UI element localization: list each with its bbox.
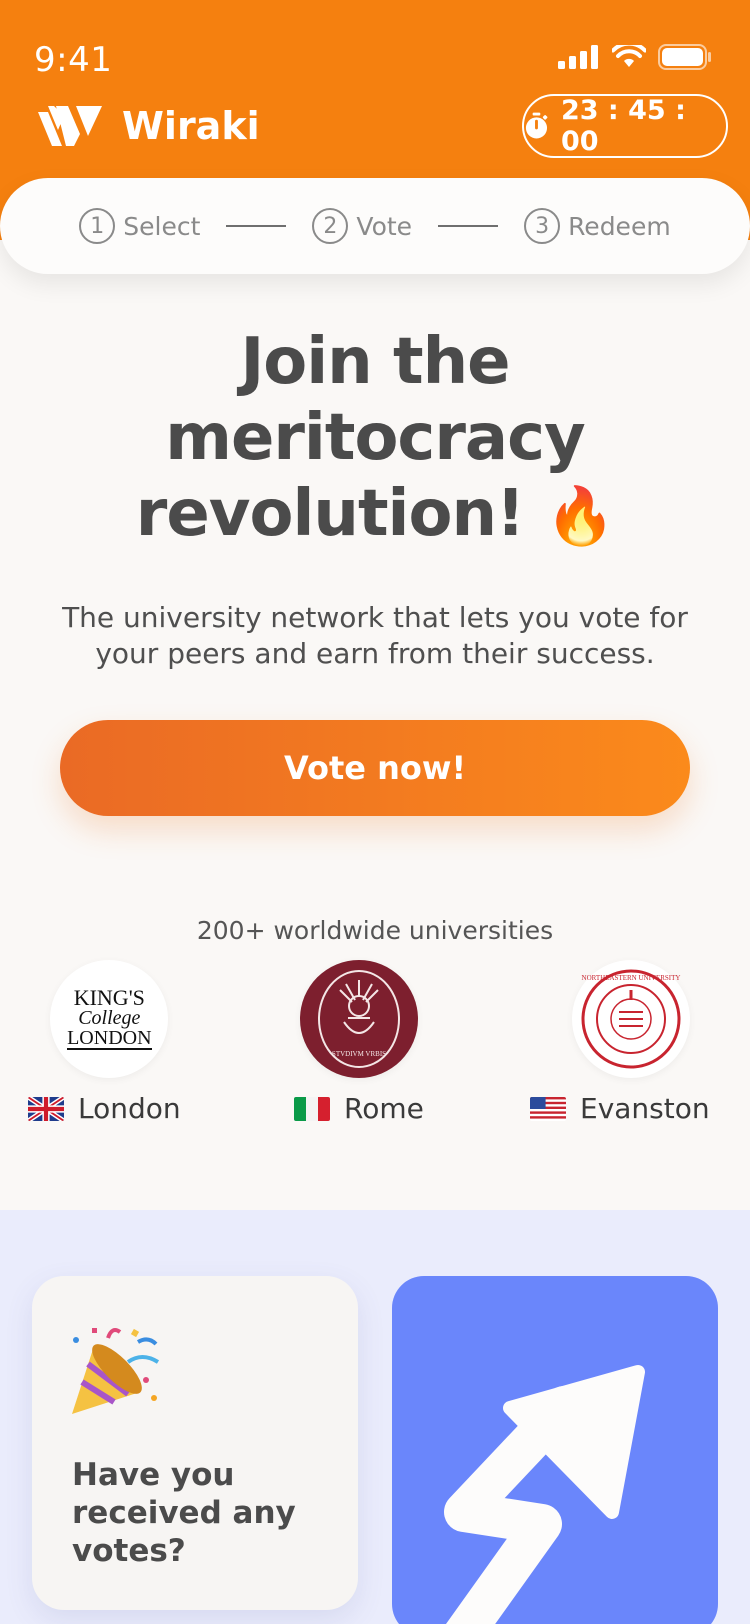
- party-popper-icon: [72, 1328, 160, 1414]
- app-name: Wiraki: [122, 104, 260, 148]
- votes-card[interactable]: Have you received any votes?: [32, 1276, 358, 1610]
- university-city: London: [28, 1092, 181, 1125]
- kings-college-logo: KING'S College LONDON: [50, 960, 169, 1078]
- hero-title: Join the meritocracy revolution! 🔥: [60, 324, 690, 555]
- sapienza-logo: STVDIVM VRBIS: [299, 960, 418, 1078]
- hero-subtitle: The university network that lets you vot…: [62, 601, 688, 670]
- city-name: Rome: [344, 1092, 424, 1125]
- city-name: London: [78, 1092, 181, 1125]
- university-city: Rome: [294, 1092, 424, 1125]
- uk-flag-icon: [28, 1096, 64, 1121]
- vote-now-button[interactable]: Vote now!: [60, 720, 690, 816]
- university-item-rome[interactable]: STVDIVM VRBIS Rome: [294, 960, 424, 1125]
- university-item-london[interactable]: KING'S College LONDON London: [28, 960, 181, 1125]
- status-time: 9:41: [34, 40, 113, 80]
- battery-icon: [658, 44, 711, 70]
- progress-steps: 1 Select 2 Vote 3 Redeem: [0, 178, 750, 274]
- step-label: Vote: [356, 211, 413, 241]
- wiraki-logo-icon: [34, 106, 102, 146]
- university-city: Evanston: [530, 1092, 710, 1125]
- logo-text: LONDON: [67, 1027, 152, 1050]
- growth-card[interactable]: [392, 1276, 718, 1624]
- timer-value: 23 : 45 : 00: [560, 95, 686, 157]
- seal-text: NORTHEASTERN UNIVERSITY: [581, 974, 680, 982]
- step-number: 3: [524, 208, 561, 244]
- step-number: 1: [79, 208, 116, 244]
- step-divider: [226, 225, 287, 227]
- step-select[interactable]: 1 Select: [79, 208, 200, 244]
- italy-flag-icon: [294, 1096, 330, 1121]
- northeastern-logo: NORTHEASTERN UNIVERSITY: [571, 960, 690, 1078]
- step-label: Redeem: [568, 211, 671, 241]
- city-name: Evanston: [580, 1092, 710, 1125]
- logo-text: KING'S: [73, 985, 145, 1010]
- seal-text: STVDIVM VRBIS: [332, 1050, 386, 1058]
- trend-arrow-icon: [444, 1365, 645, 1624]
- wifi-icon: [612, 45, 646, 67]
- cellular-signal-icon: [558, 45, 598, 69]
- hero-title-line: meritocracy: [165, 401, 586, 475]
- step-divider: [438, 225, 499, 227]
- step-label: Select: [123, 211, 201, 241]
- sapienza-seal-icon: STVDIVM VRBIS: [317, 970, 400, 1068]
- countdown-timer[interactable]: 23 : 45 : 00: [522, 94, 728, 158]
- status-icons: [558, 44, 712, 70]
- us-flag-icon: [530, 1096, 566, 1121]
- step-vote[interactable]: 2 Vote: [312, 208, 412, 244]
- hero-title-text: revolution!: [135, 477, 525, 551]
- logo-text: College: [78, 1007, 141, 1029]
- northeastern-seal-icon: NORTHEASTERN UNIVERSITY: [581, 969, 681, 1069]
- hero-title-line: Join the: [240, 325, 510, 399]
- stopwatch-icon: [525, 112, 548, 139]
- hero-title-line: revolution! 🔥: [60, 476, 690, 555]
- fire-icon: 🔥: [545, 484, 615, 549]
- votes-card-title: Have you received any votes?: [72, 1457, 296, 1569]
- universities-caption: 200+ worldwide universities: [196, 916, 554, 945]
- app-logo[interactable]: Wiraki: [34, 104, 260, 148]
- step-number: 2: [312, 208, 349, 244]
- step-redeem[interactable]: 3 Redeem: [524, 208, 671, 244]
- university-item-evanston[interactable]: NORTHEASTERN UNIVERSITY Evanston: [530, 960, 710, 1125]
